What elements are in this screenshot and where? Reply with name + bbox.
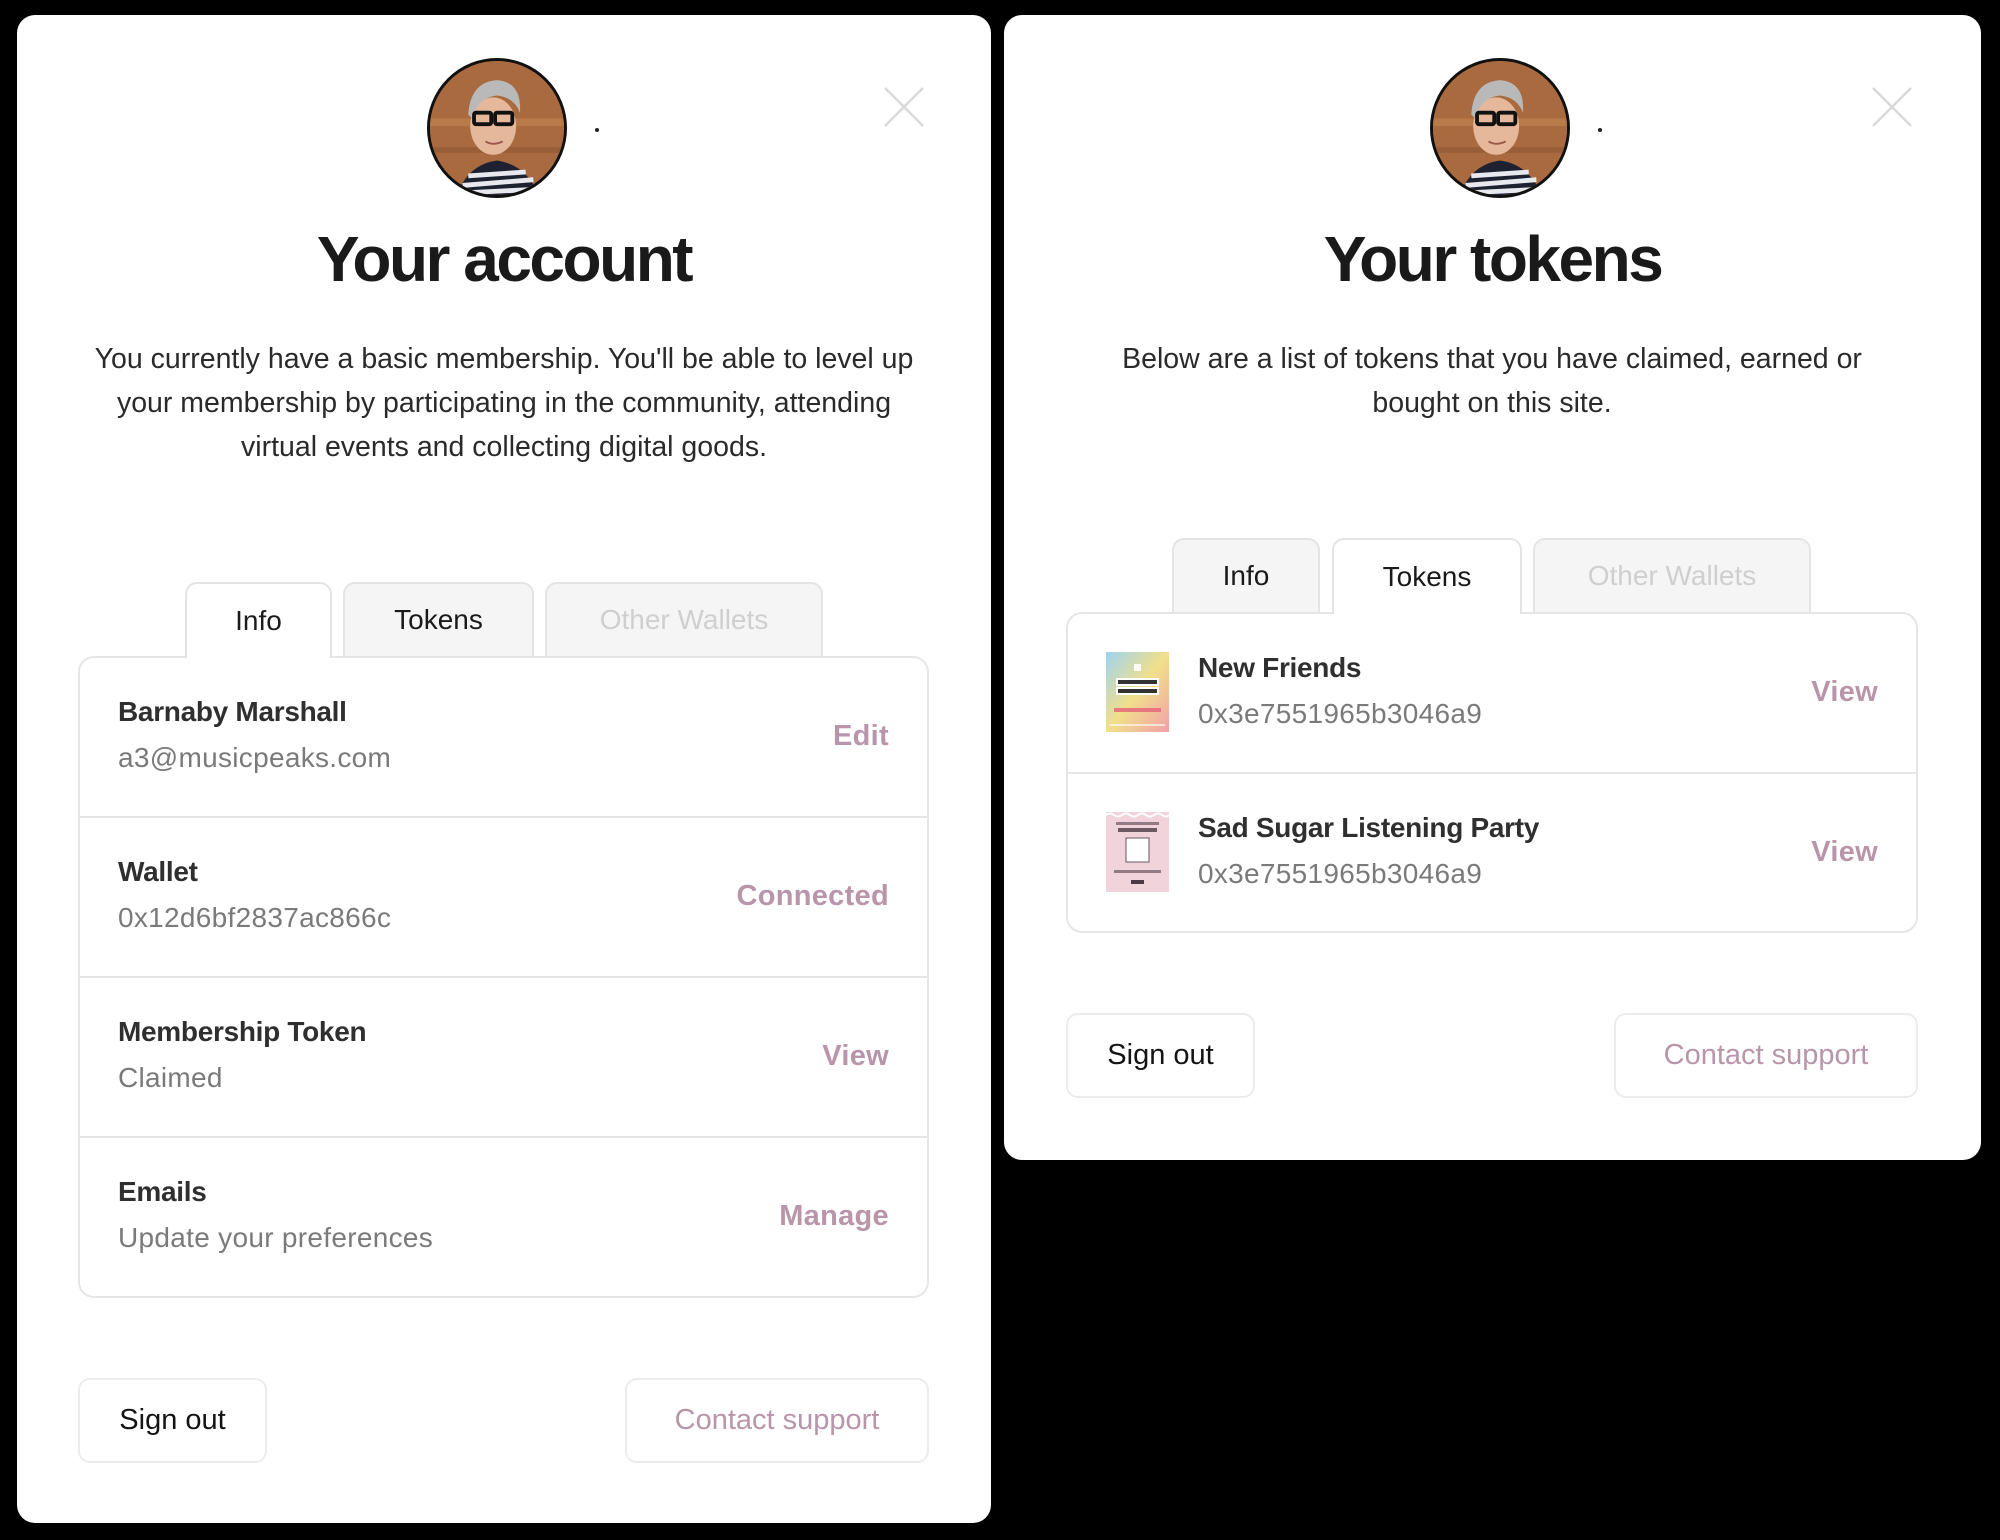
sad-sugar-thumbnail bbox=[1106, 812, 1169, 892]
view-membership-token-link[interactable]: View bbox=[822, 1040, 889, 1073]
token-name: New Friends bbox=[1198, 652, 1362, 683]
tab-tokens[interactable]: Tokens bbox=[343, 582, 534, 656]
tokens-list-card: New Friends 0x3e7551965b3046a9 View Sad … bbox=[1066, 612, 1918, 933]
view-token-link[interactable]: View bbox=[1811, 836, 1878, 869]
user-name: Barnaby Marshall bbox=[118, 696, 347, 727]
sign-out-button[interactable]: Sign out bbox=[78, 1378, 267, 1463]
tab-other-wallets[interactable]: Other Wallets bbox=[545, 582, 823, 656]
token-address: 0x3e7551965b3046a9 bbox=[1198, 858, 1483, 889]
membership-token-label: Membership Token bbox=[118, 1016, 367, 1047]
tokens-description: Below are a list of tokens that you have… bbox=[1122, 343, 1862, 419]
ticket-image-icon bbox=[1106, 812, 1169, 892]
emails-row: Emails Update your preferences Manage bbox=[80, 1138, 927, 1298]
emails-label: Emails bbox=[118, 1176, 207, 1207]
close-icon bbox=[1872, 87, 1912, 127]
user-avatar bbox=[427, 58, 567, 198]
avatar-photo-icon bbox=[1433, 61, 1567, 195]
wallet-label: Wallet bbox=[118, 856, 198, 887]
account-modal: Your account You currently have a basic … bbox=[17, 15, 991, 1523]
membership-token-row: Membership Token Claimed View bbox=[80, 978, 927, 1138]
close-icon bbox=[884, 87, 924, 127]
token-row: Sad Sugar Listening Party 0x3e7551965b30… bbox=[1068, 774, 1916, 934]
page-title: Your account bbox=[316, 223, 694, 295]
token-row: New Friends 0x3e7551965b3046a9 View bbox=[1068, 614, 1916, 774]
emails-description: Update your preferences bbox=[118, 1222, 434, 1253]
tab-info[interactable]: Info bbox=[185, 582, 332, 658]
close-button[interactable] bbox=[1870, 85, 1914, 129]
contact-support-button[interactable]: Contact support bbox=[1614, 1013, 1918, 1098]
new-friends-thumbnail bbox=[1106, 652, 1169, 732]
membership-token-status: Claimed bbox=[118, 1062, 223, 1093]
tab-tokens[interactable]: Tokens bbox=[1332, 538, 1522, 614]
page-title: Your tokens bbox=[1323, 223, 1664, 295]
avatar-photo-icon bbox=[430, 61, 564, 195]
account-tabs: Info Tokens Other Wallets bbox=[17, 582, 991, 658]
tab-info[interactable]: Info bbox=[1172, 538, 1320, 612]
account-info-card: Barnaby Marshall a3@musicpeaks.com Edit … bbox=[78, 656, 929, 1298]
tokens-modal: Your tokens Below are a list of tokens t… bbox=[1004, 15, 1981, 1160]
wallet-connected-link[interactable]: Connected bbox=[736, 880, 889, 913]
manage-emails-link[interactable]: Manage bbox=[779, 1200, 889, 1233]
user-email: a3@musicpeaks.com bbox=[118, 742, 392, 773]
status-dot bbox=[1598, 128, 1602, 132]
membership-description: You currently have a basic membership. Y… bbox=[94, 343, 914, 463]
status-dot bbox=[595, 128, 599, 132]
edit-profile-link[interactable]: Edit bbox=[833, 720, 889, 753]
tab-other-wallets[interactable]: Other Wallets bbox=[1533, 538, 1811, 612]
membership-card-image-icon bbox=[1106, 652, 1169, 732]
token-address: 0x3e7551965b3046a9 bbox=[1198, 698, 1483, 729]
wallet-address: 0x12d6bf2837ac866c bbox=[118, 902, 392, 933]
wallet-row: Wallet 0x12d6bf2837ac866c Connected bbox=[80, 818, 927, 978]
view-token-link[interactable]: View bbox=[1811, 676, 1878, 709]
tokens-tabs: Info Tokens Other Wallets bbox=[1004, 538, 1981, 614]
sign-out-button[interactable]: Sign out bbox=[1066, 1013, 1255, 1098]
profile-row: Barnaby Marshall a3@musicpeaks.com Edit bbox=[80, 658, 927, 818]
contact-support-button[interactable]: Contact support bbox=[625, 1378, 929, 1463]
token-name: Sad Sugar Listening Party bbox=[1198, 812, 1540, 843]
close-button[interactable] bbox=[882, 85, 926, 129]
user-avatar bbox=[1430, 58, 1570, 198]
